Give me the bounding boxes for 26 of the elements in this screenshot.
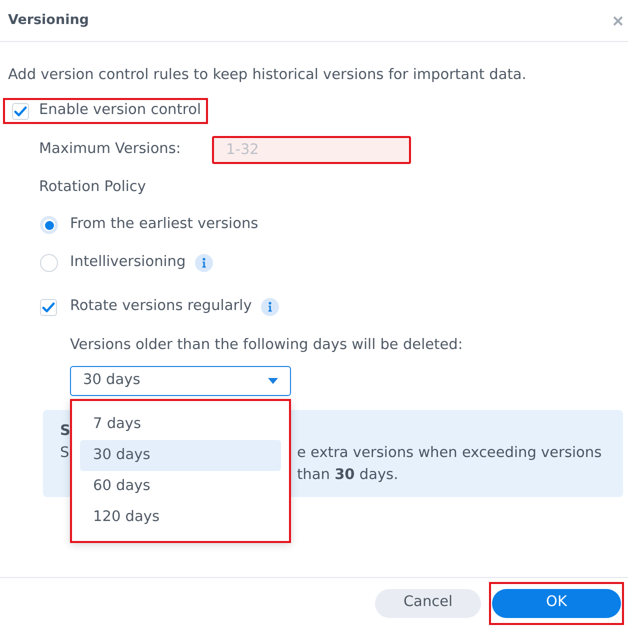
note-text: S	[60, 444, 70, 461]
checkbox[interactable]	[40, 298, 57, 316]
caret-icon	[268, 378, 278, 384]
info-icon[interactable]	[260, 298, 279, 316]
note-title: S	[60, 422, 70, 441]
info-icon[interactable]	[194, 254, 213, 272]
checkbox-label: Rotate versions regularly	[70, 297, 252, 316]
radio-button[interactable]	[40, 216, 58, 234]
dialog-title: Versioning	[8, 11, 89, 30]
radio-label: Intelliversioning	[70, 253, 186, 272]
ok-button[interactable]: OK	[492, 588, 621, 618]
section-label: Rotation Policy	[39, 178, 146, 197]
close-icon[interactable]	[613, 16, 623, 26]
radio-button[interactable]	[40, 254, 58, 272]
note-text: than 30 days.	[297, 466, 398, 485]
field-label: Versions older than the following days will be deleted:	[70, 336, 463, 355]
dropdown-select[interactable]: 30 days	[70, 366, 291, 396]
input-field[interactable]: 1-32	[212, 136, 411, 164]
note-text: e extra versions when exceeding versions	[297, 444, 602, 463]
field-label: Maximum Versions:	[39, 140, 182, 160]
cancel-button[interactable]: Cancel	[375, 588, 481, 618]
menu-item[interactable]: 30 days	[80, 440, 281, 471]
checkbox-label: Enable version control	[39, 101, 201, 120]
radio-label: From the earliest versions	[70, 215, 258, 234]
description-text: Add version control rules to keep historical versions for important data.	[8, 66, 526, 85]
checkbox[interactable]	[12, 102, 29, 120]
